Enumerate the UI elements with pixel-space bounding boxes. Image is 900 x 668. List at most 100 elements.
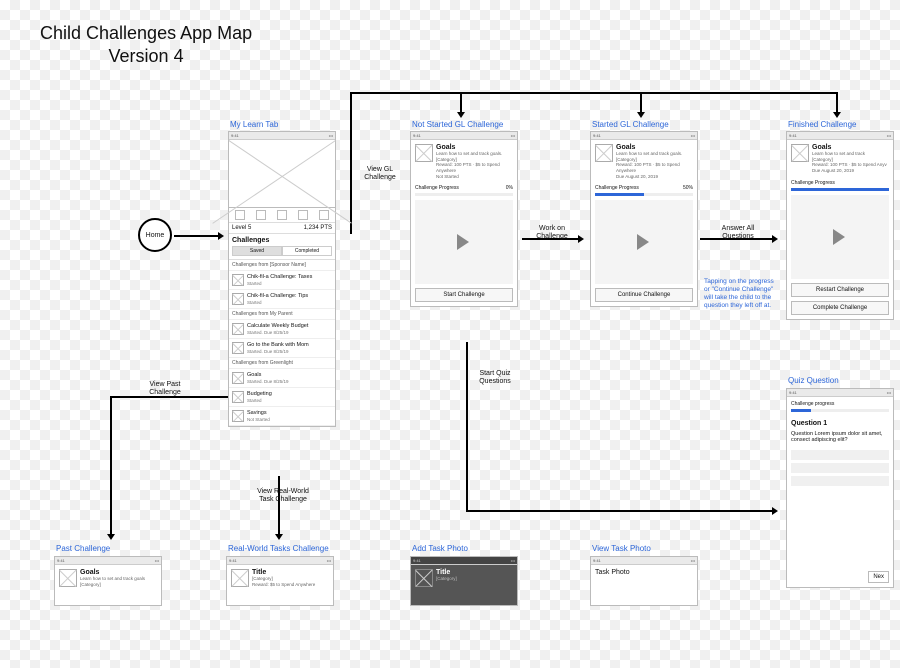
tab-icon[interactable] (298, 210, 308, 220)
screen-rw: 9:41••• Title [Category] Reward: $5 to S… (226, 556, 334, 606)
progress-value: 0% (506, 185, 513, 191)
video-placeholder[interactable] (791, 195, 889, 279)
status-bar: 9:41••• (787, 389, 893, 397)
link-finished: Finished Challenge (788, 120, 857, 129)
challenge-title: Goals (436, 144, 513, 151)
thumb-icon (232, 410, 244, 422)
link-past: Past Challenge (56, 544, 110, 553)
answer-option[interactable] (791, 450, 889, 460)
link-add-photo: Add Task Photo (412, 544, 468, 553)
video-placeholder[interactable] (595, 200, 693, 284)
screen-finished: 9:41••• Goals Learn how to set and track… (786, 131, 894, 320)
thumb-icon (232, 372, 244, 384)
progress-bar (791, 188, 889, 191)
status-bar: 9:41••• (787, 132, 893, 140)
screen-quiz: 9:41••• Challenge progress Question 1 Qu… (786, 388, 894, 588)
answer-option[interactable] (791, 476, 889, 486)
label-view-rw: View Real-WorldTask Challenge (248, 488, 318, 503)
screen-started: 9:41••• Goals Learn how to set and track… (590, 131, 698, 307)
screen-learn-tab: 9:41••• Level 5 1,234 PTS Challenges Sav… (228, 131, 336, 427)
flow-up-from-learn (350, 92, 352, 234)
status-bar: 9:41••• (227, 557, 333, 565)
goal-thumb-icon (595, 144, 613, 162)
status-bar: 9:41••• (591, 132, 697, 140)
progress-bar (415, 193, 513, 196)
next-button[interactable]: Nex (868, 571, 889, 583)
list-item[interactable]: SavingsNot Started (229, 407, 335, 426)
list-item[interactable]: GoalsStarted. Due 8/25/19 (229, 369, 335, 388)
continue-challenge-button[interactable]: Continue Challenge (595, 288, 693, 302)
diagram-title: Child Challenges App Map Version 4 (40, 22, 252, 69)
task-thumb-icon (415, 569, 433, 587)
thumb-icon (232, 293, 244, 305)
task-thumb-icon (231, 569, 249, 587)
status-bar: 9:41••• (591, 557, 697, 565)
label-view-gl: View GLChallenge (354, 166, 406, 181)
challenge-title: Title (252, 569, 315, 576)
progress-label: Challenge Progress (791, 180, 835, 186)
answer-option[interactable] (791, 463, 889, 473)
tab-icon[interactable] (277, 210, 287, 220)
thumb-icon (232, 391, 244, 403)
arrow-down-notstarted (460, 92, 462, 116)
label-answer-all: Answer AllQuestions (710, 225, 766, 240)
start-challenge-button[interactable]: Start Challenge (415, 288, 513, 302)
status-bar: 9:41••• (411, 132, 517, 140)
arrow-past-v (110, 396, 112, 538)
flow-right-quiz (466, 510, 776, 512)
screen-past: 9:41••• Goals Learn how to set and track… (54, 556, 162, 606)
section-sponsor: Challenges from [Sponsor Name] (229, 260, 335, 271)
arrow-home-to-learn (174, 235, 222, 237)
tab-row (229, 208, 335, 223)
list-item[interactable]: BudgetingStarted (229, 388, 335, 407)
challenges-header: Challenges Saved Completed (229, 234, 335, 260)
challenge-title: Goals (80, 569, 145, 576)
link-not-started: Not Started GL Challenge (412, 120, 503, 129)
restart-challenge-button[interactable]: Restart Challenge (791, 283, 889, 297)
thumb-icon (232, 342, 244, 354)
progress-value: 50% (683, 185, 693, 191)
tab-icon[interactable] (319, 210, 329, 220)
list-item[interactable]: Chik-fil-a Challenge: TaxesStarted (229, 271, 335, 290)
segmented-control[interactable]: Saved Completed (232, 246, 332, 256)
flow-bus-top (350, 92, 838, 94)
tab-icon[interactable] (235, 210, 245, 220)
list-item[interactable]: Chik-fil-a Challenge: TipsStarted (229, 290, 335, 309)
link-view-photo: View Task Photo (592, 544, 651, 553)
progress-label: Challenge Progress (415, 185, 459, 191)
status-bar: 9:41••• (411, 557, 517, 565)
home-node: Home (138, 218, 172, 252)
tab-icon[interactable] (256, 210, 266, 220)
progress-bar (595, 193, 693, 196)
screen-view-photo: 9:41••• Task Photo (590, 556, 698, 606)
screen-add-photo: 9:41••• Title [Category] (410, 556, 518, 606)
section-greenlight: Challenges from Greenlight (229, 358, 335, 369)
goal-thumb-icon (791, 144, 809, 162)
screen-not-started: 9:41••• Goals Learn how to set and track… (410, 131, 518, 307)
progress-label: Challenge Progress (595, 185, 639, 191)
flow-down-quiz (466, 342, 468, 510)
hero-image-placeholder (229, 140, 335, 208)
arrow-to-rw (278, 476, 280, 538)
label-work-on: Work onChallenge (528, 225, 576, 240)
play-icon (457, 234, 477, 250)
status-bar: 9:41••• (229, 132, 335, 140)
points-label: 1,234 PTS (304, 225, 332, 231)
list-item[interactable]: Go to the Bank with MomStarted. Due 8/25… (229, 339, 335, 358)
thumb-icon (232, 323, 244, 335)
arrow-down-started (640, 92, 642, 116)
annotation-note: Tapping on the progress or "Continue Cha… (704, 278, 778, 311)
question-text: Question Lorem ipsum dolor sit amet, con… (787, 431, 893, 447)
quiz-progress-label: Challenge progress (787, 397, 893, 409)
arrow-down-finished (836, 92, 838, 116)
list-item[interactable]: Calculate Weekly BudgetStarted. Due 8/25… (229, 320, 335, 339)
question-number: Question 1 (787, 416, 893, 431)
title-line1: Child Challenges App Map (40, 23, 252, 43)
link-rw: Real-World Tasks Challenge (228, 544, 329, 553)
level-label: Level 5 (232, 225, 251, 231)
play-icon (833, 229, 853, 245)
complete-challenge-button[interactable]: Complete Challenge (791, 301, 889, 315)
challenge-title: Title (436, 569, 457, 576)
video-placeholder[interactable] (415, 200, 513, 284)
link-quiz: Quiz Question (788, 376, 839, 385)
